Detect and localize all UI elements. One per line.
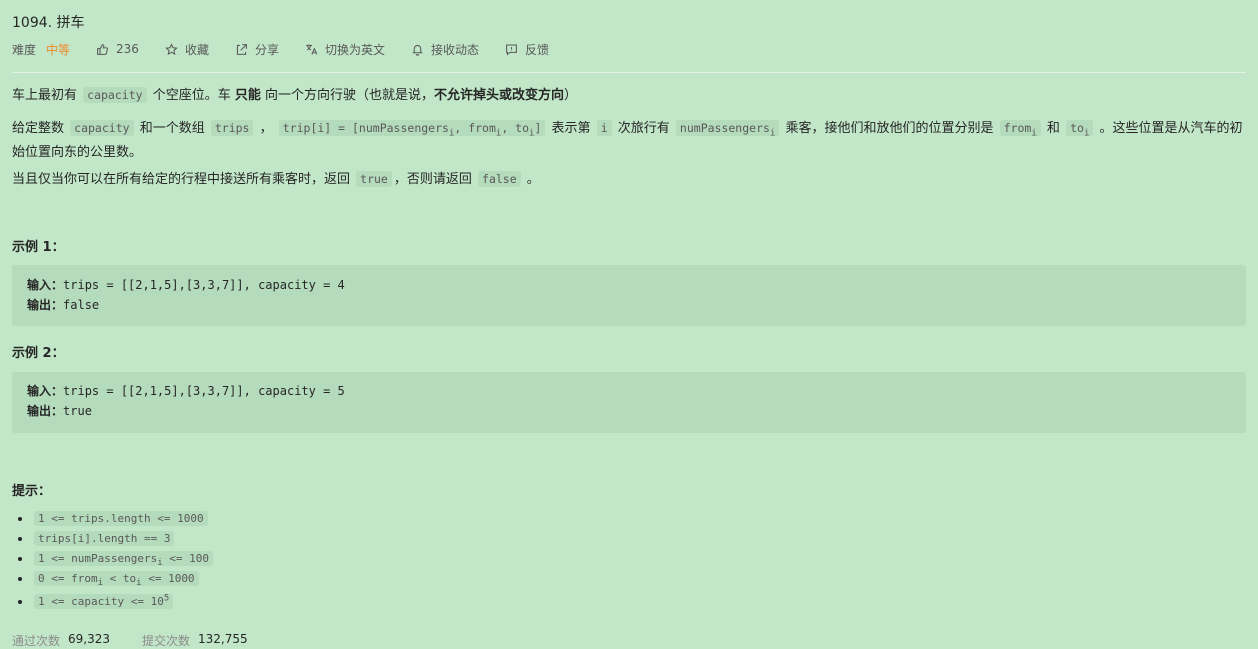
- difficulty-badge: 中等: [46, 42, 71, 57]
- inline-code: capacity: [70, 120, 134, 136]
- share-label: 分享: [254, 42, 279, 57]
- share-icon: [236, 43, 247, 55]
- switch-language-label: 切换为英文: [324, 42, 385, 57]
- inline-code: false: [478, 171, 521, 187]
- share-button[interactable]: 分享: [235, 41, 279, 58]
- thumb-up-icon: [97, 43, 109, 55]
- inline-code: fromi: [999, 120, 1041, 138]
- switch-language-button[interactable]: 切换为英文: [305, 41, 385, 58]
- example-2-output: 输出：true: [27, 404, 92, 418]
- example-1-input: 输入：trips = [[2,1,5],[3,3,7]], capacity =…: [27, 278, 345, 292]
- list-item: 1 <= trips.length <= 1000: [32, 508, 215, 528]
- inline-code: true: [356, 171, 392, 187]
- follow-label: 接收动态: [430, 42, 479, 57]
- feedback-icon: [506, 44, 517, 56]
- like-count: 236: [116, 42, 139, 56]
- list-item: 1 <= capacity <= 105: [32, 588, 215, 609]
- bell-icon: [412, 44, 423, 56]
- inline-code: toi: [1066, 120, 1094, 138]
- problem-meta-bar: 难度 中等 236 收藏 分享 切换为英文 接收动态 反馈: [12, 40, 575, 58]
- list-item: 1 <= numPassengersi <= 100: [32, 548, 215, 568]
- submitted-count: 132,755: [198, 632, 248, 646]
- example-2-heading: 示例 2：: [12, 346, 65, 361]
- example-2-input: 输入：trips = [[2,1,5],[3,3,7]], capacity =…: [27, 384, 345, 398]
- inline-code: i: [596, 120, 612, 136]
- problem-title: 1094. 拼车: [12, 15, 85, 31]
- example-1-heading: 示例 1：: [12, 240, 65, 255]
- difficulty-label: 难度: [12, 42, 37, 57]
- feedback-label: 反馈: [525, 42, 550, 57]
- accepted-count: 69,323: [68, 632, 111, 646]
- inline-code: numPassengersi: [675, 120, 780, 138]
- description-paragraph-1: 车上最初有 capacity 个空座位。车 只能 向一个方向行驶（也就是说，不允…: [12, 87, 578, 103]
- list-item: 0 <= fromi < toi <= 1000: [32, 568, 215, 588]
- example-1-output: 输出：false: [27, 298, 100, 312]
- constraints-heading: 提示：: [12, 484, 52, 499]
- inline-code: trip[i] = [numPassengersi, fromi, toi]: [278, 120, 546, 138]
- like-button[interactable]: 236: [96, 42, 139, 56]
- inline-code: trips: [210, 120, 254, 136]
- description-paragraph-3: 当且仅当你可以在所有给定的行程中接送所有乘客时，返回 true ，否则请返回 fa…: [12, 171, 540, 187]
- submitted-label: 提交次数: [142, 634, 191, 648]
- example-1-block: 输入：trips = [[2,1,5],[3,3,7]], capacity =…: [12, 265, 1246, 326]
- accepted-label: 通过次数: [12, 634, 61, 648]
- inline-code: capacity: [83, 87, 147, 103]
- follow-button[interactable]: 接收动态: [411, 41, 479, 58]
- feedback-button[interactable]: 反馈: [505, 41, 549, 58]
- description-paragraph-2: 给定整数 capacity 和一个数组 trips ， trip[i] = [n…: [12, 120, 1243, 161]
- submission-stats: 通过次数 69,323 提交次数 132,755: [12, 632, 280, 649]
- example-2-block: 输入：trips = [[2,1,5],[3,3,7]], capacity =…: [12, 372, 1246, 433]
- list-item: trips[i].length == 3: [32, 528, 215, 548]
- favorite-button[interactable]: 收藏: [165, 41, 209, 58]
- constraints-list: 1 <= trips.length <= 1000 trips[i].lengt…: [12, 508, 215, 609]
- translate-icon: [306, 44, 318, 55]
- favorite-label: 收藏: [184, 42, 209, 57]
- header-divider: [12, 72, 1246, 73]
- star-icon: [165, 42, 178, 55]
